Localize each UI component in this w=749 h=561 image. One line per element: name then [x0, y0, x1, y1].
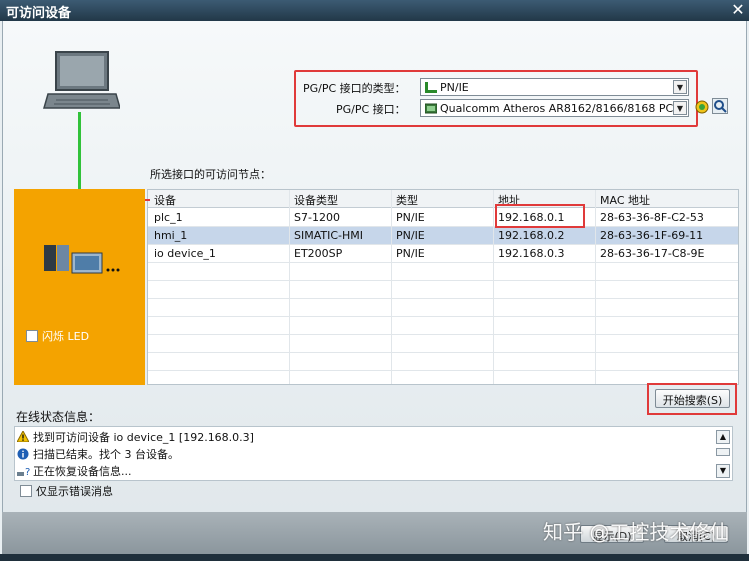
errors-only-label: 仅显示错误消息	[36, 485, 113, 498]
mac-address: 28-63-36-8F-C2-53	[600, 211, 704, 224]
start-search-button[interactable]: 开始搜索(S)	[655, 389, 730, 408]
address-highlight	[495, 204, 585, 228]
scrollbar-thumb[interactable]	[716, 448, 730, 456]
status-message: ? 正在恢复设备信息...	[17, 463, 132, 480]
network-icon	[425, 82, 437, 93]
online-status-title: 在线状态信息：	[16, 410, 101, 424]
empty-row	[148, 317, 738, 335]
diagnostics-search-icon[interactable]	[712, 98, 728, 114]
empty-row	[148, 263, 738, 281]
window-bottom-edge	[0, 554, 749, 561]
interface-port-label: PG/PC 接口：	[336, 103, 406, 116]
table-row[interactable]: io device_1 ET200SP PN/IE 192.168.0.3 28…	[148, 245, 738, 263]
accessible-nodes-label: 所选接口的可访问节点：	[150, 168, 271, 181]
window-title: 可访问设备	[6, 6, 72, 21]
empty-row	[148, 335, 738, 353]
status-message: 扫描已结束。找个 3 台设备。	[17, 446, 179, 463]
mac-address: 28-63-36-1F-69-11	[600, 229, 704, 242]
device-type: ET200SP	[294, 247, 343, 260]
ip-address: 192.168.0.2	[498, 229, 565, 242]
interface-type-value: PN/IE	[440, 81, 469, 94]
svg-text:?: ?	[25, 467, 30, 477]
device-type: SIMATIC-HMI	[294, 229, 364, 242]
info-icon	[17, 448, 33, 461]
table-row[interactable]: plc_1 S7-1200 PN/IE 192.168.0.1 28-63-36…	[148, 209, 738, 227]
devices-table: 设备 设备类型 类型 地址 MAC 地址 plc_1 S7-1200 PN/IE…	[147, 189, 739, 385]
watermark: 知乎 @工控技术修仙	[543, 520, 730, 544]
highlight-marker	[145, 199, 150, 201]
chevron-down-icon[interactable]: ▼	[673, 101, 687, 115]
status-text: 找到可访问设备 io device_1 [192.168.0.3]	[33, 431, 254, 444]
scroll-down-icon[interactable]: ▼	[716, 464, 730, 478]
empty-row	[148, 281, 738, 299]
errors-only-checkbox[interactable]: 仅显示错误消息	[20, 483, 113, 499]
search-progress-icon: ?	[17, 465, 33, 478]
table-row[interactable]: hmi_1 SIMATIC-HMI PN/IE 192.168.0.2 28-6…	[148, 227, 738, 245]
flash-led-label: 闪烁 LED	[42, 330, 90, 343]
device-name: hmi_1	[154, 229, 188, 242]
device-name: io device_1	[154, 247, 216, 260]
column-divider	[493, 190, 494, 384]
mac-address: 28-63-36-17-C8-9E	[600, 247, 705, 260]
close-icon[interactable]: ✕	[729, 2, 747, 19]
interface-kind: PN/IE	[396, 229, 425, 242]
flash-led-checkbox[interactable]: 闪烁 LED	[26, 328, 89, 344]
warning-icon	[16, 429, 33, 444]
window-title-bar: 可访问设备 ✕	[0, 0, 749, 21]
table-header: 设备 设备类型 类型 地址 MAC 地址	[148, 190, 738, 208]
interface-kind: PN/IE	[396, 211, 425, 224]
ip-address: 192.168.0.3	[498, 247, 565, 260]
column-header[interactable]: 类型	[392, 190, 492, 208]
interface-port-select[interactable]: Qualcomm Atheros AR8162/8166/8168 PCI-E.…	[420, 99, 689, 117]
status-message-list: 找到可访问设备 io device_1 [192.168.0.3] 扫描已结束。…	[14, 426, 733, 481]
device-icon	[44, 245, 120, 274]
device-panel: 闪烁 LED	[14, 189, 145, 385]
column-divider	[391, 190, 392, 384]
checkbox[interactable]	[26, 330, 38, 342]
interface-type-select[interactable]: PN/IE ▼	[420, 78, 689, 96]
interface-kind: PN/IE	[396, 247, 425, 260]
pc-icon	[43, 51, 120, 109]
checkbox[interactable]	[20, 485, 32, 497]
column-header[interactable]: 设备	[150, 190, 288, 208]
column-header[interactable]: 设备类型	[290, 190, 390, 208]
column-header[interactable]: MAC 地址	[596, 190, 736, 208]
column-divider	[289, 190, 290, 384]
status-text: 扫描已结束。找个 3 台设备。	[33, 448, 179, 461]
interface-type-label: PG/PC 接口的类型：	[303, 82, 406, 95]
device-name: plc_1	[154, 211, 183, 224]
device-type: S7-1200	[294, 211, 340, 224]
chevron-down-icon[interactable]: ▼	[673, 80, 687, 94]
refresh-icon[interactable]	[694, 99, 710, 115]
scroll-up-icon[interactable]: ▲	[716, 430, 730, 444]
empty-row	[148, 353, 738, 371]
column-divider	[595, 190, 596, 384]
network-card-icon	[424, 103, 438, 114]
interface-port-value: Qualcomm Atheros AR8162/8166/8168 PCI-E.…	[440, 102, 689, 115]
status-text: 正在恢复设备信息...	[33, 465, 132, 478]
status-message: 找到可访问设备 io device_1 [192.168.0.3]	[16, 429, 254, 446]
empty-row	[148, 299, 738, 317]
